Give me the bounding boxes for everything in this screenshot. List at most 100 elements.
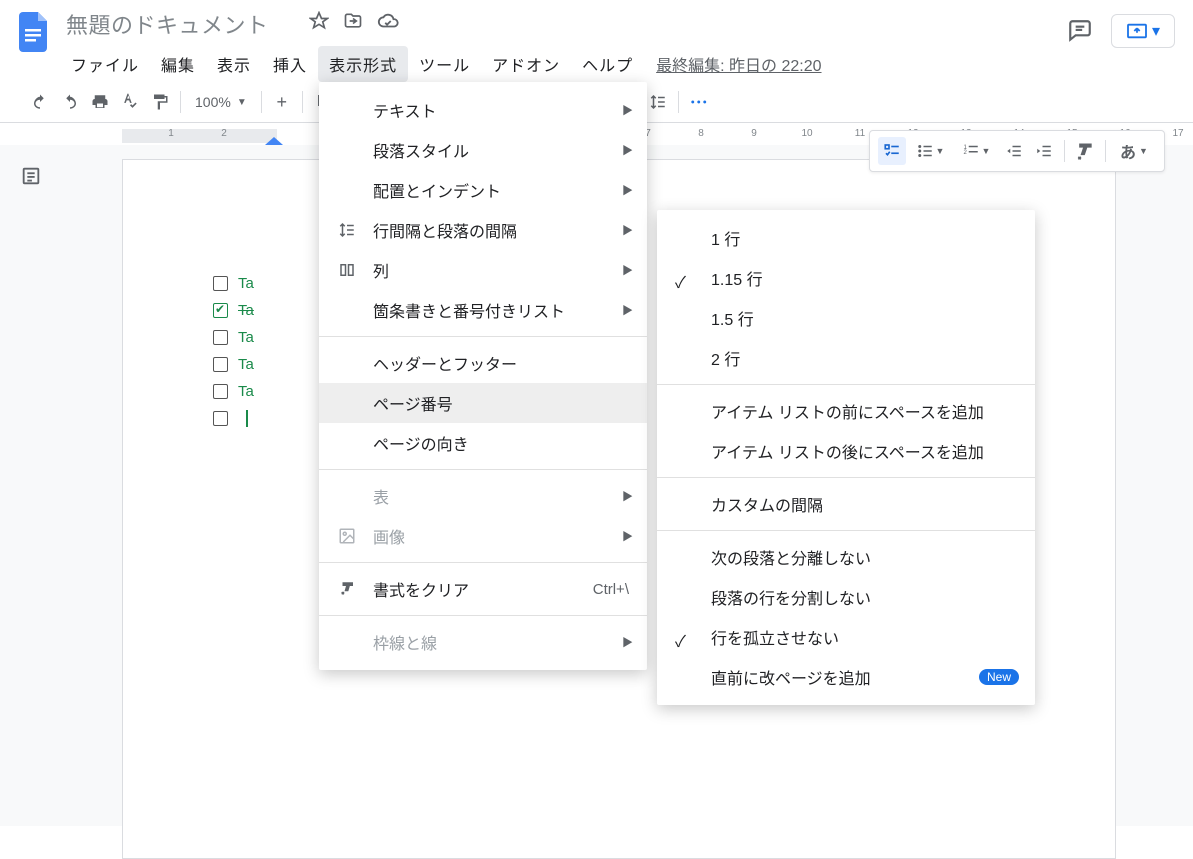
checkbox[interactable] — [213, 384, 228, 399]
doc-title[interactable]: 無題のドキュメント — [60, 8, 275, 42]
submenu-item[interactable]: アイテム リストの前にスペースを追加 — [657, 391, 1035, 431]
font-size-increase[interactable]: + — [268, 88, 296, 116]
bulleted-list-button[interactable]: ▼ — [908, 137, 952, 165]
menu-item[interactable]: 段落スタイル ▶ — [319, 130, 647, 170]
submenu-item-label: 次の段落と分離しない — [711, 545, 871, 569]
submenu-item-label: 1 行 — [711, 226, 740, 250]
submenu-item-label: 段落の行を分割しない — [711, 585, 871, 609]
submenu-item[interactable]: 1 行 — [657, 218, 1035, 258]
menu-5[interactable]: ツール — [408, 46, 481, 82]
submenu-item[interactable]: 1.5 行 — [657, 298, 1035, 338]
submenu-item[interactable]: ✓1.15 行 — [657, 258, 1035, 298]
menu-6[interactable]: アドオン — [481, 46, 571, 82]
paint-format-button[interactable] — [146, 88, 174, 116]
menu-0[interactable]: ファイル — [60, 46, 150, 82]
new-badge: New — [979, 669, 1019, 685]
columns-icon — [337, 261, 357, 279]
submenu-arrow-icon: ▶ — [622, 302, 633, 318]
checkbox[interactable] — [213, 357, 228, 372]
menu-item-label: ページの向き — [373, 431, 469, 455]
submenu-arrow-icon: ▶ — [622, 488, 633, 504]
menu-item[interactable]: 列▶ — [319, 250, 647, 290]
submenu-arrow-icon: ▶ — [622, 182, 633, 198]
menu-item: 枠線と線▶ — [319, 622, 647, 662]
last-edit[interactable]: 最終編集: 昨日の 22:20 — [644, 46, 833, 82]
submenu-item[interactable]: 次の段落と分離しない — [657, 537, 1035, 577]
input-tools-button[interactable]: あ▼ — [1112, 137, 1156, 165]
submenu-arrow-icon: ▶ — [622, 102, 633, 118]
star-icon[interactable] — [309, 11, 329, 31]
menu-item: 表▶ — [319, 476, 647, 516]
checkbox[interactable] — [213, 276, 228, 291]
menu-item-label: 書式をクリア — [373, 577, 469, 601]
submenu-arrow-icon: ▶ — [622, 142, 633, 158]
submenu-arrow-icon: ▶ — [622, 528, 633, 544]
decrease-indent-button[interactable] — [1000, 137, 1028, 165]
menu-item-label: ページ番号 — [373, 391, 453, 415]
redo-button[interactable] — [56, 88, 84, 116]
spellcheck-button[interactable] — [116, 88, 144, 116]
secondary-toolbar: ▼ 12▼ あ▼ — [869, 130, 1165, 172]
image-icon — [337, 527, 357, 545]
submenu-item-label: 直前に改ページを追加 — [711, 665, 871, 689]
submenu-item[interactable]: カスタムの間隔 — [657, 484, 1035, 524]
shortcut-label: Ctrl+\ — [593, 581, 629, 598]
menu-2[interactable]: 表示 — [206, 46, 262, 82]
menu-item: 画像 ▶ — [319, 516, 647, 556]
svg-text:2: 2 — [963, 150, 967, 156]
clear-formatting-button[interactable] — [1071, 137, 1099, 165]
menu-item[interactable]: ページの向き — [319, 423, 647, 463]
submenu-item[interactable]: アイテム リストの後にスペースを追加 — [657, 431, 1035, 471]
submenu-item[interactable]: 2 行 — [657, 338, 1035, 378]
comments-icon[interactable] — [1067, 18, 1093, 44]
menu-item-label: テキスト — [373, 98, 437, 122]
menu-item[interactable]: 書式をクリア Ctrl+\ — [319, 569, 647, 609]
present-button[interactable]: ▾ — [1111, 14, 1175, 48]
submenu-item-label: 1.5 行 — [711, 306, 754, 330]
checkbox[interactable] — [213, 330, 228, 345]
menu-item-label: 行間隔と段落の間隔 — [373, 218, 517, 242]
checklist-button[interactable] — [878, 137, 906, 165]
zoom-select[interactable]: 100%▼ — [187, 94, 255, 110]
format-menu: テキスト▶段落スタイル▶配置とインデント▶行間隔と段落の間隔▶列▶箇条書きと番号… — [319, 82, 647, 670]
undo-button[interactable] — [26, 88, 54, 116]
menu-item-label: 画像 — [373, 524, 405, 548]
menu-item[interactable]: 箇条書きと番号付きリスト ▶ — [319, 290, 647, 330]
submenu-item[interactable]: 段落の行を分割しない — [657, 577, 1035, 617]
checkbox[interactable] — [213, 303, 228, 318]
numbered-list-button[interactable]: 12▼ — [954, 137, 998, 165]
menu-item-label: 段落スタイル — [373, 138, 469, 162]
outline-icon[interactable] — [20, 165, 42, 826]
menu-item[interactable]: 配置とインデント ▶ — [319, 170, 647, 210]
menu-item-label: ヘッダーとフッター — [373, 351, 517, 375]
cloud-saved-icon[interactable] — [377, 11, 399, 31]
menu-4[interactable]: 表示形式 — [318, 46, 408, 82]
move-icon[interactable] — [343, 11, 363, 31]
submenu-arrow-icon: ▶ — [622, 222, 633, 238]
menubar: ファイル編集表示挿入表示形式ツールアドオンヘルプ最終編集: 昨日の 22:20 — [60, 46, 1067, 82]
menu-item-label: 列 — [373, 258, 389, 282]
submenu-item-label: アイテム リストの後にスペースを追加 — [711, 439, 984, 463]
submenu-item-label: アイテム リストの前にスペースを追加 — [711, 399, 984, 423]
menu-item[interactable]: ページ番号 — [319, 383, 647, 423]
menu-7[interactable]: ヘルプ — [571, 46, 644, 82]
submenu-item[interactable]: ✓ 行を孤立させない — [657, 617, 1035, 657]
clear-format-icon — [337, 580, 357, 598]
submenu-item-label: 行を孤立させない — [711, 625, 839, 649]
more-button[interactable]: ⋯ — [685, 88, 713, 116]
docs-logo[interactable] — [14, 12, 54, 52]
menu-item-label: 箇条書きと番号付きリスト — [373, 298, 565, 322]
menu-1[interactable]: 編集 — [150, 46, 206, 82]
menu-item[interactable]: テキスト ▶ — [319, 90, 647, 130]
check-icon: ✓ — [675, 628, 686, 652]
menu-item[interactable]: 行間隔と段落の間隔 ▶ — [319, 210, 647, 250]
menu-3[interactable]: 挿入 — [262, 46, 318, 82]
submenu-item[interactable]: 直前に改ページを追加 New — [657, 657, 1035, 697]
menu-item[interactable]: ヘッダーとフッター — [319, 343, 647, 383]
menu-item-label: 配置とインデント — [373, 178, 501, 202]
submenu-item-label: 1.15 行 — [711, 266, 763, 290]
print-button[interactable] — [86, 88, 114, 116]
line-spacing-icon — [337, 221, 357, 239]
line-spacing-button[interactable] — [644, 88, 672, 116]
increase-indent-button[interactable] — [1030, 137, 1058, 165]
